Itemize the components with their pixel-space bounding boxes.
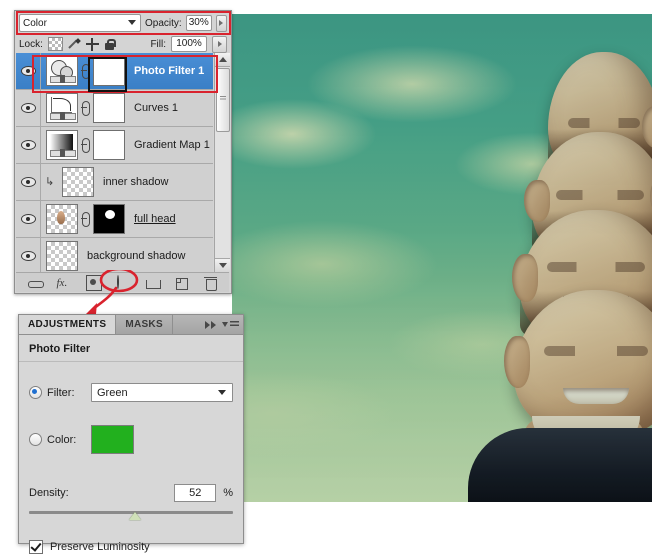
lock-row: Lock: Fill: 100%	[15, 33, 231, 54]
tab-adjustments[interactable]: ADJUSTMENTS	[19, 315, 117, 334]
density-row: Density: 52 %	[19, 484, 243, 502]
canvas-photo	[232, 14, 652, 502]
new-group-icon[interactable]	[145, 276, 161, 290]
fill-label: Fill:	[150, 38, 166, 50]
link-layers-icon[interactable]	[27, 276, 44, 290]
chevron-down-icon	[218, 390, 226, 395]
tab-masks[interactable]: MASKS	[116, 315, 173, 334]
new-adjustment-layer-icon[interactable]	[116, 274, 131, 290]
layers-panel: Color Opacity: 30% Lock: Fill: 100% Phot…	[14, 10, 232, 294]
white-mask-thumbnail[interactable]	[93, 56, 125, 86]
curves-thumbnail[interactable]	[46, 93, 78, 123]
opacity-stepper[interactable]	[215, 14, 227, 32]
filter-selected-value: Green	[97, 386, 128, 399]
white-mask-thumbnail[interactable]	[93, 93, 125, 123]
layer-thumbs	[41, 130, 125, 160]
link-icon[interactable]	[81, 209, 90, 229]
visibility-eye-icon[interactable]	[16, 90, 41, 126]
opacity-input[interactable]: 30%	[185, 15, 212, 31]
table-row[interactable]: full head	[16, 201, 213, 238]
fill-input[interactable]: 100%	[171, 36, 207, 52]
layers-panel-toolbar: fx.	[16, 272, 229, 292]
visibility-eye-icon[interactable]	[16, 164, 41, 200]
blend-mode-value: Color	[23, 17, 47, 29]
layer-name: inner shadow	[103, 176, 169, 188]
double-chevron-right-icon[interactable]	[205, 320, 216, 329]
table-row[interactable]: ↳ inner shadow	[16, 164, 213, 201]
layer-name: background shadow	[87, 250, 186, 262]
table-row[interactable]: Curves 1	[16, 90, 213, 127]
layer-name: full head	[134, 213, 176, 225]
panel-tabbar: ADJUSTMENTS MASKS	[19, 315, 243, 335]
visibility-eye-icon[interactable]	[16, 53, 41, 89]
layer-thumbs	[41, 93, 125, 123]
head-thumbnail[interactable]	[46, 204, 78, 234]
color-radio[interactable]	[29, 433, 42, 446]
table-row[interactable]: Gradient Map 1	[16, 127, 213, 164]
add-layer-mask-icon[interactable]	[85, 274, 102, 291]
color-label: Color:	[47, 433, 77, 446]
lock-transparency-icon[interactable]	[47, 37, 63, 51]
density-unit: %	[223, 487, 233, 499]
fill-stepper[interactable]	[212, 35, 227, 53]
scrollbar-thumb[interactable]	[216, 68, 230, 132]
visibility-eye-icon[interactable]	[16, 238, 41, 272]
layer-list: Photo Filter 1 Curves 1 Gradient Map 1 ↳…	[16, 53, 213, 272]
layer-thumbs	[41, 241, 78, 271]
visibility-eye-icon[interactable]	[16, 127, 41, 163]
clipping-mask-arrow-icon: ↳	[45, 175, 55, 188]
blend-mode-row: Color Opacity: 30%	[15, 11, 231, 33]
density-slider[interactable]	[29, 511, 233, 520]
density-label: Density:	[29, 487, 69, 499]
panel-menu-icon[interactable]	[222, 321, 239, 328]
layer-style-fx-icon[interactable]: fx.	[57, 276, 71, 290]
layer-thumbs	[41, 204, 125, 234]
filter-select[interactable]: Green	[91, 383, 233, 402]
scroll-up-arrow-icon[interactable]	[215, 53, 230, 67]
color-row: Color:	[19, 425, 243, 454]
panel-tab-tools	[205, 315, 239, 334]
lock-all-icon[interactable]	[104, 38, 116, 50]
new-layer-icon[interactable]	[175, 276, 189, 290]
density-input[interactable]: 52	[174, 484, 217, 502]
page-title: Photo Filter	[19, 335, 243, 362]
link-icon[interactable]	[81, 98, 90, 118]
color-swatch[interactable]	[91, 425, 134, 454]
filter-label: Filter:	[47, 386, 75, 399]
black-mask-thumbnail[interactable]	[93, 204, 125, 234]
table-row[interactable]: Photo Filter 1	[16, 53, 213, 90]
layer-thumbs	[57, 167, 94, 197]
blend-mode-select[interactable]: Color	[19, 14, 141, 32]
layer-name: Photo Filter 1	[134, 65, 205, 77]
photo-color-tone	[232, 14, 652, 502]
filter-radio[interactable]	[29, 386, 42, 399]
link-icon[interactable]	[81, 61, 90, 81]
layer-name: Gradient Map 1	[134, 139, 210, 151]
transparent-thumbnail[interactable]	[46, 241, 78, 271]
lock-label: Lock:	[19, 38, 43, 50]
lock-image-icon[interactable]	[68, 38, 81, 51]
layers-scrollbar[interactable]	[214, 53, 230, 272]
delete-layer-icon[interactable]	[203, 276, 218, 291]
layer-name: Curves 1	[134, 102, 179, 114]
white-mask-thumbnail[interactable]	[93, 130, 125, 160]
layer-thumbs	[41, 56, 125, 86]
scroll-down-arrow-icon[interactable]	[215, 258, 230, 272]
link-icon[interactable]	[81, 135, 90, 155]
transparent-thumbnail[interactable]	[62, 167, 94, 197]
lock-position-icon[interactable]	[85, 37, 99, 51]
opacity-label: Opacity:	[145, 17, 182, 29]
chevron-down-icon	[128, 20, 136, 25]
filter-row: Filter: Green	[19, 383, 243, 402]
table-row[interactable]: background shadow	[16, 238, 213, 272]
preserve-luminosity-label: Preserve Luminosity	[50, 541, 150, 553]
gradient-map-thumbnail[interactable]	[46, 130, 78, 160]
visibility-eye-icon[interactable]	[16, 201, 41, 237]
adjustments-panel: ADJUSTMENTS MASKS Photo Filter Filter: G…	[18, 314, 244, 554]
density-slider-knob[interactable]	[129, 512, 142, 520]
photo-filter-thumbnail[interactable]	[46, 56, 78, 86]
